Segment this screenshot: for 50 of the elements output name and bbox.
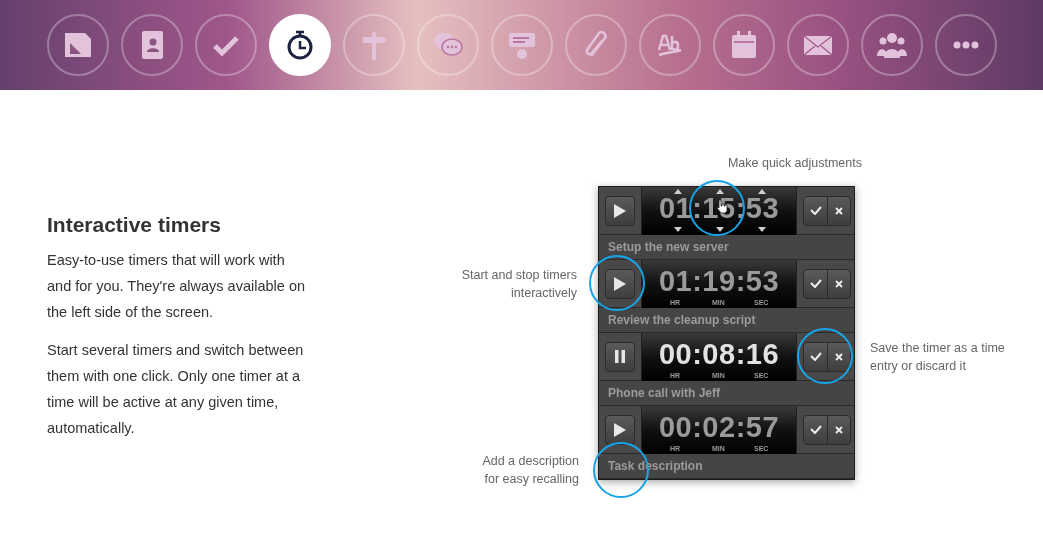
close-icon: [835, 425, 843, 434]
checkmark-icon: [809, 206, 822, 215]
play-icon: [614, 203, 626, 218]
pause-button[interactable]: [605, 341, 635, 372]
play-button[interactable]: [605, 268, 635, 299]
time-separator: :: [735, 267, 746, 296]
time-separator: :: [692, 194, 703, 223]
checkmark-icon: [809, 425, 822, 434]
hand-cursor-icon: [716, 198, 728, 214]
pause-icon: [614, 350, 626, 363]
highlight-circle: [689, 180, 745, 236]
time-digits: 01: [658, 267, 693, 296]
time-separator: :: [692, 413, 703, 442]
time-digits: 57: [745, 413, 780, 442]
close-icon: [835, 279, 843, 288]
time-digits: 19: [702, 267, 736, 296]
time-field[interactable]: 53: [745, 194, 780, 223]
play-icon: [614, 422, 626, 437]
up-arrow-icon[interactable]: [758, 188, 766, 194]
section-title: Interactive timers: [47, 212, 222, 238]
checkmark-icon: [809, 279, 822, 288]
up-arrow-icon[interactable]: [716, 188, 724, 194]
time-separator: :: [692, 267, 703, 296]
time-digits: 08: [702, 340, 736, 369]
annotation-text: Add a description for easy recalling: [482, 453, 579, 488]
highlight-circle: [589, 255, 645, 311]
down-arrow-icon[interactable]: [674, 226, 682, 232]
highlight-circle: [797, 328, 853, 384]
paragraph: Start several timers and switch between them with one click. Only one timer at a time will be active at any given time, automatically.: [47, 341, 305, 439]
time-digits: 53: [745, 267, 780, 296]
checkmark-icon: [809, 352, 822, 361]
time-separator: :: [692, 340, 703, 369]
play-icon: [614, 276, 626, 291]
paragraph: Easy-to-use timers that will work with and for you. They're always available on the left side of the screen.: [47, 251, 305, 323]
annotation-text: Save the timer as a time entry or discard it: [870, 340, 1005, 375]
time-separator: :: [735, 340, 746, 369]
time-digits: 16: [745, 340, 780, 369]
time-digits: 00: [658, 340, 693, 369]
down-arrow-icon[interactable]: [716, 226, 724, 232]
time-digits: 00: [658, 413, 693, 442]
play-button[interactable]: [605, 414, 635, 445]
annotation-text: Start and stop timers interactively: [461, 267, 577, 302]
down-arrow-icon[interactable]: [758, 226, 766, 232]
annotation-text: Make quick adjustments: [727, 155, 862, 172]
close-icon: [835, 352, 843, 361]
play-button[interactable]: [605, 195, 635, 226]
close-icon: [835, 206, 843, 215]
time-digits: 02: [702, 413, 736, 442]
more-icon: [952, 41, 979, 49]
time-separator: :: [735, 413, 746, 442]
